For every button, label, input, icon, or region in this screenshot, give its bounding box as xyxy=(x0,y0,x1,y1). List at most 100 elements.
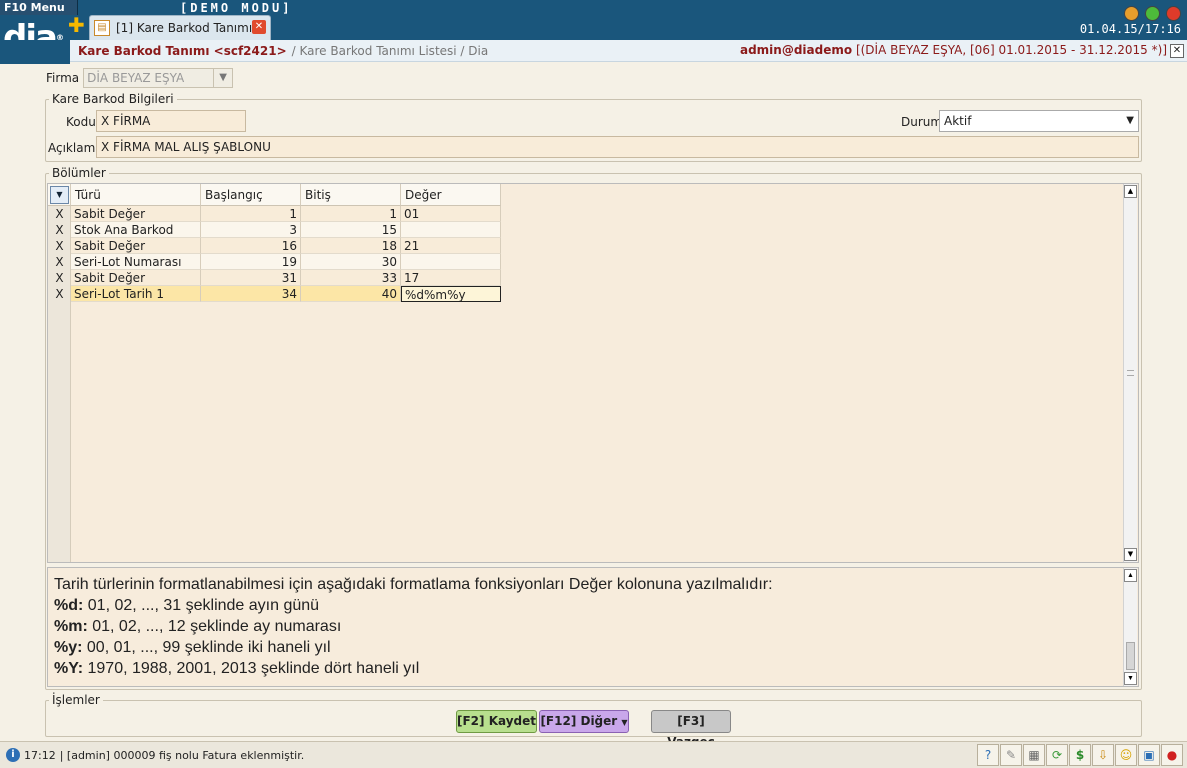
firma-row: Firma DİA BEYAZ EŞYA ▼ xyxy=(46,68,234,88)
add-tab-icon[interactable]: ✚ xyxy=(68,13,85,37)
date-time: 01.04.15/17:16 xyxy=(1079,22,1181,36)
scroll-thumb[interactable] xyxy=(1126,642,1135,670)
help-line: %d: 01, 02, ..., 31 şeklinde ayın günü xyxy=(54,595,1138,616)
close-form-icon[interactable]: ✕ xyxy=(1170,44,1184,58)
wrench-icon[interactable]: ✎ xyxy=(1000,744,1022,766)
close-tab-icon[interactable]: ✕ xyxy=(252,20,266,34)
window-controls xyxy=(1124,6,1181,21)
help-text: 00, 01, ..., 99 şeklinde iki haneli yıl xyxy=(86,639,331,656)
firma-select[interactable]: DİA BEYAZ EŞYA ▼ xyxy=(83,68,234,88)
scroll-up-icon[interactable]: ▲ xyxy=(1124,185,1137,198)
help-line: %y: 00, 01, ..., 99 şeklinde iki haneli … xyxy=(54,637,1138,658)
logo-stripe xyxy=(0,40,70,64)
scroll-up-icon[interactable]: ▲ xyxy=(1124,569,1137,582)
help-code: %m: xyxy=(54,618,88,635)
help-text: 01, 02, ..., 12 şeklinde ay numarası xyxy=(92,618,342,635)
scroll-down-icon[interactable]: ▼ xyxy=(1124,672,1137,685)
chevron-down-icon[interactable]: ▼ xyxy=(1126,111,1134,131)
diger-button[interactable]: [F12] Diğer ▼ xyxy=(539,710,629,733)
cell-baslangic[interactable]: 34 xyxy=(201,286,301,302)
top-bar: F10 Menu [DEMO MODU] dia® ✚ ▤ [1] Kare B… xyxy=(0,0,1187,58)
dollar-icon[interactable]: $ xyxy=(1069,744,1091,766)
vazgec-button[interactable]: [F3] Vazgeç xyxy=(651,710,731,749)
cell-deger[interactable] xyxy=(401,222,501,238)
lock-icon[interactable]: ▣ xyxy=(1138,744,1160,766)
delete-row-icon[interactable]: X xyxy=(48,286,71,302)
durum-value: Aktif xyxy=(944,114,972,128)
kaydet-button[interactable]: [F2] Kaydet xyxy=(456,710,537,733)
help-intro: Tarih türlerinin formatlanabilmesi için … xyxy=(54,576,773,593)
firma-label: Firma xyxy=(46,71,80,85)
calculator-icon[interactable]: ▦ xyxy=(1023,744,1045,766)
session-info: admin@diademo [(DİA BEYAZ EŞYA, [06] 01.… xyxy=(740,43,1167,57)
cell-turu[interactable]: Sabit Değer xyxy=(71,206,201,222)
f10-menu-button[interactable]: F10 Menu xyxy=(0,0,78,15)
cell-deger[interactable]: %d%m%y xyxy=(401,286,501,302)
cell-baslangic[interactable]: 16 xyxy=(201,238,301,254)
kodu-field[interactable]: X FİRMA xyxy=(96,110,246,132)
cell-deger[interactable]: 01 xyxy=(401,206,501,222)
demo-mode-label: [DEMO MODU] xyxy=(180,1,293,15)
minimize-icon[interactable] xyxy=(1124,6,1139,21)
help-text: 1970, 1988, 2001, 2013 şeklinde dört han… xyxy=(87,660,420,677)
grid-scrollbar[interactable]: ▲ ▼ xyxy=(1123,184,1137,562)
cell-bitis[interactable]: 15 xyxy=(301,222,401,238)
cell-bitis[interactable]: 18 xyxy=(301,238,401,254)
maximize-icon[interactable] xyxy=(1145,6,1160,21)
help-code: %Y: xyxy=(54,660,84,677)
help-lines: %d: 01, 02, ..., 31 şeklinde ayın günü %m… xyxy=(54,595,1138,679)
delete-row-icon[interactable]: X xyxy=(48,270,71,286)
help-line: %Y: 1970, 1988, 2001, 2013 şeklinde dört… xyxy=(54,658,1138,679)
scroll-grip[interactable] xyxy=(1127,370,1134,376)
cell-bitis[interactable]: 40 xyxy=(301,286,401,302)
cell-turu[interactable]: Sabit Değer xyxy=(71,270,201,286)
close-window-icon[interactable] xyxy=(1166,6,1181,21)
help-code: %y: xyxy=(54,639,83,656)
aciklama-field[interactable]: X FİRMA MAL ALIŞ ŞABLONU xyxy=(96,136,1139,158)
refresh-icon[interactable]: ⟳ xyxy=(1046,744,1068,766)
cell-bitis[interactable]: 1 xyxy=(301,206,401,222)
help-icon[interactable]: ? xyxy=(977,744,999,766)
column-header-deger[interactable]: Değer xyxy=(401,184,501,206)
cell-bitis[interactable]: 33 xyxy=(301,270,401,286)
column-header-turu[interactable]: Türü xyxy=(71,184,201,206)
cell-deger[interactable] xyxy=(401,254,501,270)
durum-select[interactable]: Aktif ▼ xyxy=(939,110,1139,132)
delete-row-icon[interactable]: X xyxy=(48,238,71,254)
cell-baslangic[interactable]: 3 xyxy=(201,222,301,238)
delete-row-icon[interactable]: X xyxy=(48,254,71,270)
column-menu-icon[interactable]: ▼ xyxy=(50,186,69,204)
aciklama-label: Açıklama xyxy=(48,141,103,155)
cell-baslangic[interactable]: 31 xyxy=(201,270,301,286)
kodu-label: Kodu xyxy=(66,115,96,129)
download-icon[interactable]: ⇩ xyxy=(1092,744,1114,766)
durum-label: Durum xyxy=(901,115,943,129)
chevron-down-icon[interactable]: ▼ xyxy=(213,69,232,87)
help-scrollbar[interactable]: ▲ ▼ xyxy=(1123,568,1137,686)
cell-bitis[interactable]: 30 xyxy=(301,254,401,270)
cell-deger[interactable]: 17 xyxy=(401,270,501,286)
kare-barkod-legend: Kare Barkod Bilgileri xyxy=(52,92,174,106)
cell-deger[interactable]: 21 xyxy=(401,238,501,254)
delete-row-icon[interactable]: X xyxy=(48,222,71,238)
column-header-bitis[interactable]: Bitiş xyxy=(301,184,401,206)
firma-value: DİA BEYAZ EŞYA xyxy=(87,71,185,85)
help-code: %d: xyxy=(54,597,84,614)
cell-turu[interactable]: Stok Ana Barkod xyxy=(71,222,201,238)
cell-turu[interactable]: Seri-Lot Numarası xyxy=(71,254,201,270)
scroll-down-icon[interactable]: ▼ xyxy=(1124,548,1137,561)
tab-kare-barkod[interactable]: ▤ [1] Kare Barkod Tanımı ✕ xyxy=(89,15,271,40)
column-header-baslangic[interactable]: Başlangıç xyxy=(201,184,301,206)
cell-baslangic[interactable]: 1 xyxy=(201,206,301,222)
smiley-icon[interactable]: ☺ xyxy=(1115,744,1137,766)
bolumler-grid[interactable]: ▼ Türü Başlangıç Bitiş Değer X Sabit Değe… xyxy=(47,183,1139,563)
breadcrumb-path[interactable]: / Kare Barkod Tanımı Listesi / Dia xyxy=(292,44,489,58)
cell-baslangic[interactable]: 19 xyxy=(201,254,301,270)
cell-turu[interactable]: Sabit Değer xyxy=(71,238,201,254)
cell-turu[interactable]: Seri-Lot Tarih 1 xyxy=(71,286,201,302)
breadcrumb-current: Kare Barkod Tanımı <scf2421> xyxy=(78,43,287,58)
delete-row-icon[interactable]: X xyxy=(48,206,71,222)
status-message: | [admin] 000009 fiş nolu Fatura eklenmi… xyxy=(59,748,305,762)
stop-icon[interactable]: ● xyxy=(1161,744,1183,766)
info-icon: i xyxy=(6,748,20,762)
